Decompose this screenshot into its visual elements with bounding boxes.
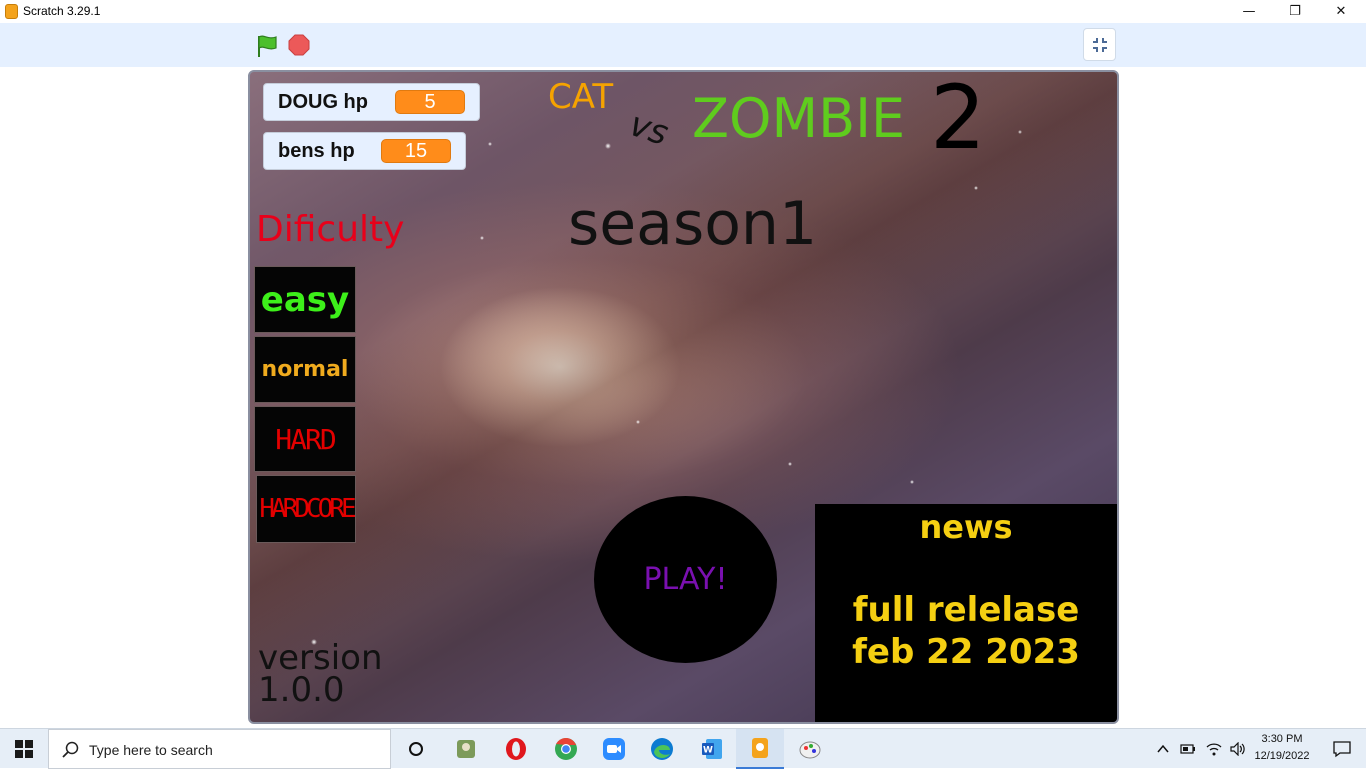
chrome-icon: [555, 737, 577, 760]
taskbar-app-word[interactable]: W: [688, 729, 736, 769]
battery-icon: [1180, 744, 1195, 754]
difficulty-easy-button[interactable]: easy: [254, 266, 356, 333]
variable-monitor-bens-hp: bens hp 15: [263, 132, 466, 170]
taskbar-app-game[interactable]: [442, 729, 490, 769]
zoom-icon: [603, 738, 625, 760]
taskbar-app-chrome[interactable]: [542, 729, 590, 769]
game-app-icon: [457, 740, 475, 758]
opera-icon: [506, 738, 526, 760]
network-tray-button[interactable]: [1202, 729, 1226, 769]
restore-button[interactable]: ❐: [1272, 0, 1318, 23]
scratch-app-icon: [5, 4, 18, 19]
clock-time: 3:30 PM: [1261, 733, 1303, 745]
title-vs: vs: [624, 104, 674, 154]
difficulty-normal-button[interactable]: normal: [254, 336, 356, 403]
scratch-icon: [752, 738, 768, 758]
monitor-value: 5: [395, 90, 465, 114]
volume-tray-button[interactable]: [1226, 729, 1250, 769]
green-flag-button[interactable]: [254, 33, 280, 59]
stop-button[interactable]: [288, 34, 310, 56]
exit-fullscreen-button[interactable]: [1083, 28, 1116, 61]
window-title: Scratch 3.29.1: [23, 4, 101, 18]
taskbar-app-zoom[interactable]: [590, 729, 638, 769]
wifi-icon: [1206, 743, 1222, 756]
start-button[interactable]: [0, 729, 48, 769]
title-number: 2: [930, 70, 986, 169]
edge-icon: [651, 738, 673, 760]
search-icon: [62, 741, 79, 758]
news-title: news: [919, 508, 1013, 546]
svg-text:W: W: [703, 746, 713, 756]
season-label: season1: [568, 189, 818, 259]
taskbar: Type here to search W 3:30 PM 12/19/2022: [0, 728, 1366, 769]
minimize-button[interactable]: —: [1226, 0, 1272, 23]
stop-icon: [288, 34, 310, 56]
news-line-2: feb 22 2023: [852, 632, 1080, 672]
player-toolbar: [0, 23, 1366, 67]
search-placeholder: Type here to search: [89, 742, 213, 758]
windows-logo-icon: [15, 740, 33, 758]
task-view-icon: [409, 742, 423, 756]
version-label: version 1.0.0: [258, 638, 383, 710]
difficulty-heading: Dificulty: [256, 209, 405, 250]
difficulty-hardcore-button[interactable]: HARDCORE: [256, 475, 357, 543]
difficulty-hard-button[interactable]: HARD: [254, 406, 356, 472]
notifications-button[interactable]: [1318, 729, 1366, 769]
title-cat: CAT: [548, 77, 614, 117]
monitor-label: bens hp: [278, 139, 355, 162]
monitor-label: DOUG hp: [278, 90, 368, 113]
play-button[interactable]: PLAY!: [594, 496, 777, 663]
green-flag-icon: [258, 35, 277, 57]
speaker-icon: [1230, 742, 1245, 756]
chevron-up-icon: [1157, 744, 1169, 753]
close-button[interactable]: ✕: [1318, 0, 1364, 23]
restore-icon: ❐: [1289, 4, 1301, 19]
taskbar-search-box[interactable]: Type here to search: [48, 729, 391, 769]
stage[interactable]: DOUG hp 5 bens hp 15 CAT vs ZOMBIE 2 sea…: [248, 70, 1119, 724]
taskbar-app-edge[interactable]: [638, 729, 686, 769]
window-titlebar: Scratch 3.29.1 — ❐ ✕: [0, 0, 1366, 23]
clock-button[interactable]: 3:30 PM 12/19/2022: [1250, 729, 1314, 769]
title-zombie: ZOMBIE: [692, 87, 906, 150]
taskbar-app-scratch[interactable]: [736, 729, 784, 769]
variable-monitor-doug-hp: DOUG hp 5: [263, 83, 480, 121]
action-center-icon: [1333, 741, 1351, 758]
minimize-icon: —: [1242, 4, 1256, 19]
close-icon: ✕: [1335, 4, 1347, 19]
taskbar-app-paint[interactable]: [786, 729, 834, 769]
monitor-value: 15: [381, 139, 451, 163]
battery-tray-button[interactable]: [1176, 729, 1200, 769]
news-line-1: full relelase: [852, 590, 1080, 630]
show-hidden-icons-button[interactable]: [1152, 729, 1174, 769]
word-icon: W: [702, 739, 722, 759]
unfullscreen-icon: [1092, 37, 1107, 52]
clock-date: 12/19/2022: [1254, 750, 1310, 762]
paint-icon: [799, 741, 821, 759]
taskbar-app-opera[interactable]: [492, 729, 540, 769]
news-panel: news full relelase feb 22 2023: [815, 504, 1117, 722]
task-view-button[interactable]: [392, 729, 440, 769]
